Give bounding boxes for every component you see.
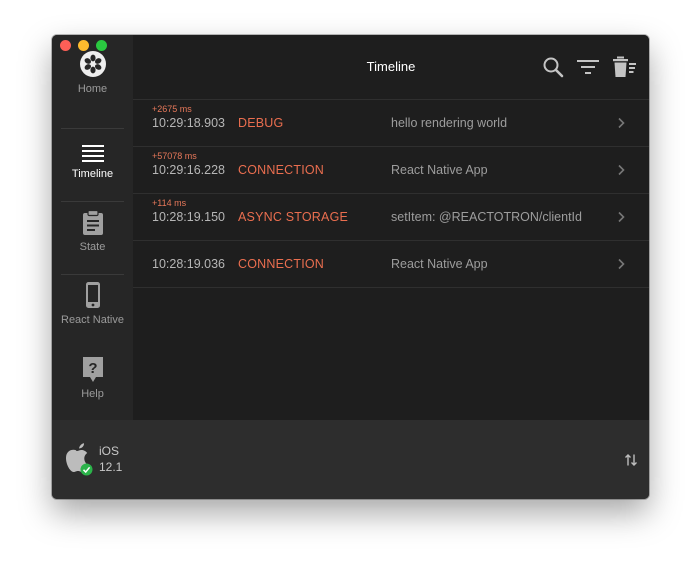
swap-arrows-icon [625, 454, 637, 466]
filter-button[interactable] [576, 56, 600, 78]
home-icon [79, 48, 107, 78]
os-version: 12.1 [99, 460, 123, 474]
timestamp: 10:28:19.036 [152, 257, 225, 271]
event-message: React Native App [391, 163, 488, 177]
sidebar-divider [61, 274, 124, 275]
maximize-window-button[interactable] [96, 40, 107, 51]
event-type: CONNECTION [238, 163, 325, 177]
event-message: setItem: @REACTOTRON/clientId [391, 210, 582, 224]
sidebar-item-label: React Native [61, 314, 124, 326]
timeline-row[interactable]: 10:28:19.036 CONNECTION React Native App [133, 240, 649, 288]
chevron-right-icon [618, 211, 625, 223]
search-icon [543, 57, 564, 78]
svg-text:?: ? [88, 360, 97, 377]
timeline-panel: Timeline +2675 ms 10:29:18.903 DEBUG hel… [133, 35, 649, 420]
sidebar-item-timeline[interactable]: Timeline [52, 133, 133, 205]
trash-icon [613, 56, 636, 77]
timeline-row[interactable]: +2675 ms 10:29:18.903 DEBUG hello render… [133, 99, 649, 146]
time-delta: +2675 ms [152, 104, 192, 114]
event-message: hello rendering world [391, 116, 508, 130]
window-controls [60, 40, 107, 51]
connection-footer: iOS 12.1 [52, 420, 649, 499]
minimize-window-button[interactable] [78, 40, 89, 51]
state-icon [82, 206, 104, 236]
timestamp: 10:29:18.903 [152, 116, 225, 130]
switch-connection-button[interactable] [624, 453, 638, 472]
sidebar-item-state[interactable]: State [52, 206, 133, 278]
search-button[interactable] [542, 56, 566, 78]
chevron-right-icon [618, 117, 625, 129]
close-window-button[interactable] [60, 40, 71, 51]
timeline-row[interactable]: +57078 ms 10:29:16.228 CONNECTION React … [133, 146, 649, 193]
chevron-right-icon [618, 258, 625, 270]
sidebar-divider [61, 128, 124, 129]
filter-icon [577, 60, 599, 74]
sidebar: Home Timeline State React Native ? Help [52, 35, 133, 420]
timestamp: 10:29:16.228 [152, 163, 225, 177]
timeline-row[interactable]: +114 ms 10:28:19.150 ASYNC STORAGE setIt… [133, 193, 649, 240]
app-window: Home Timeline State React Native ? Help … [52, 35, 649, 499]
clear-button[interactable] [611, 56, 636, 78]
help-icon: ? [81, 353, 105, 383]
sidebar-item-home[interactable]: Home [52, 48, 133, 120]
header: Timeline [133, 35, 649, 99]
sidebar-item-label: Home [77, 83, 108, 95]
sidebar-item-label: Help [81, 388, 104, 400]
chevron-right-icon [618, 164, 625, 176]
sidebar-item-label: State [79, 241, 106, 253]
phone-icon [85, 279, 101, 309]
event-type: CONNECTION [238, 257, 325, 271]
os-name: iOS [99, 444, 120, 458]
connected-check-icon [80, 463, 93, 476]
sidebar-item-label: Timeline [71, 168, 114, 180]
event-type: DEBUG [238, 116, 284, 130]
sidebar-divider [61, 201, 124, 202]
event-type: ASYNC STORAGE [238, 210, 349, 224]
time-delta: +114 ms [152, 198, 187, 208]
sidebar-item-help[interactable]: ? Help [52, 353, 133, 425]
page-title: Timeline [366, 59, 416, 74]
timestamp: 10:28:19.150 [152, 210, 225, 224]
event-message: React Native App [391, 257, 488, 271]
time-delta: +57078 ms [152, 151, 197, 161]
timeline-icon [81, 133, 105, 163]
sidebar-item-react-native[interactable]: React Native [52, 279, 133, 351]
